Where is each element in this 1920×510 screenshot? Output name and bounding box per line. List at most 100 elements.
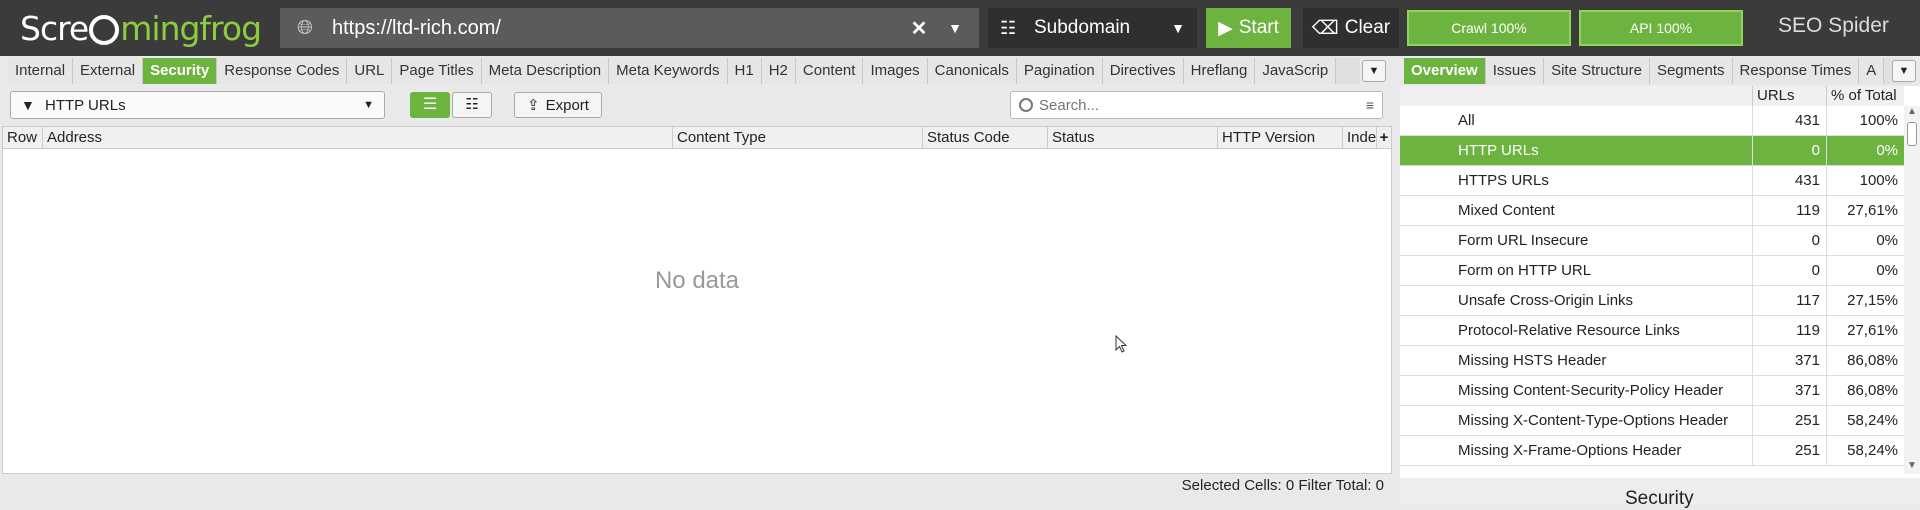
export-label: Export	[545, 96, 589, 114]
tab-directives[interactable]: Directives	[1102, 58, 1184, 84]
side-tab-response-times[interactable]: Response Times	[1732, 58, 1860, 84]
overview-list: All 431 100% HTTP URLs 0 0% HTTPS URLs 431 100% M…	[1400, 106, 1904, 466]
overview-row[interactable]: Missing X-Frame-Options Header 251 58,24%	[1400, 436, 1904, 466]
overview-row-pct: 100%	[1826, 106, 1904, 135]
overview-row-urls: 431	[1752, 166, 1826, 195]
crawl-mode-select[interactable]: ☷ Subdomain ▼	[988, 8, 1197, 48]
overview-row-pct: 27,61%	[1826, 196, 1904, 225]
tab-javascrip[interactable]: JavaScrip	[1255, 58, 1337, 84]
column-header-address[interactable]: Address	[43, 127, 673, 149]
overview-chart-area: Security	[1400, 478, 1920, 509]
mouse-cursor-icon	[1115, 335, 1127, 353]
overview-row-pct: 86,08%	[1826, 346, 1904, 375]
tab-page-titles[interactable]: Page Titles	[392, 58, 482, 84]
side-tab-overview[interactable]: Overview	[1404, 58, 1486, 84]
overview-header-pct: % of Total	[1826, 86, 1904, 106]
tab-content[interactable]: Content	[795, 58, 864, 84]
add-column-icon[interactable]: +	[1377, 127, 1391, 149]
scroll-down-icon[interactable]: ▼	[1904, 460, 1920, 474]
overview-row-pct: 0%	[1826, 256, 1904, 285]
export-button[interactable]: ⇪ Export	[514, 92, 602, 118]
side-tab-issues[interactable]: Issues	[1485, 58, 1545, 84]
more-tabs-dropdown-icon[interactable]: ▼	[1362, 60, 1386, 82]
overview-pane: URLs % of Total All 431 100% HTTP URLs 0 0% HT…	[1400, 86, 1920, 509]
column-header-row[interactable]: Row	[3, 127, 43, 149]
tab-security[interactable]: Security	[143, 58, 218, 84]
overview-row-urls: 0	[1752, 226, 1826, 255]
tab-response-codes[interactable]: Response Codes	[217, 58, 348, 84]
overview-row[interactable]: HTTP URLs 0 0%	[1400, 136, 1904, 166]
start-button[interactable]: ▶ Start	[1206, 8, 1291, 48]
tab-meta-keywords[interactable]: Meta Keywords	[609, 58, 728, 84]
side-tab-site-structure[interactable]: Site Structure	[1544, 58, 1650, 84]
overview-row[interactable]: Missing HSTS Header 371 86,08%	[1400, 346, 1904, 376]
overview-row-pct: 0%	[1826, 226, 1904, 255]
section-title: Security	[1625, 488, 1694, 509]
tab-url[interactable]: URL	[347, 58, 393, 84]
overview-row-pct: 0%	[1826, 136, 1904, 165]
overview-row-urls: 371	[1752, 346, 1826, 375]
tab-h1[interactable]: H1	[727, 58, 762, 84]
scroll-up-icon[interactable]: ▲	[1904, 106, 1920, 120]
overview-row[interactable]: HTTPS URLs 431 100%	[1400, 166, 1904, 196]
tab-external[interactable]: External	[73, 58, 144, 84]
filter-select[interactable]: ▼ HTTP URLs ▼	[10, 91, 385, 119]
overview-row-pct: 27,15%	[1826, 286, 1904, 315]
scrollbar-thumb[interactable]	[1907, 122, 1917, 146]
list-view-button[interactable]: ☰	[410, 92, 450, 118]
overview-row[interactable]: Missing X-Content-Type-Options Header 251…	[1400, 406, 1904, 436]
clear-label: Clear	[1344, 17, 1391, 38]
tab-canonicals[interactable]: Canonicals	[927, 58, 1017, 84]
overview-row[interactable]: Form URL Insecure 0 0%	[1400, 226, 1904, 256]
overview-row-name: HTTP URLs	[1458, 142, 1539, 159]
url-bar[interactable]: 🌐︎ https://ltd-rich.com/ ✕ ▼	[280, 8, 979, 48]
url-history-dropdown-icon[interactable]: ▼	[943, 20, 967, 36]
column-header-content-type[interactable]: Content Type	[673, 127, 923, 149]
tab-h2[interactable]: H2	[761, 58, 796, 84]
clear-button[interactable]: ⌫ Clear	[1303, 8, 1399, 48]
top-toolbar: Scre mingfrog 🌐︎ https://ltd-rich.com/ ✕ …	[0, 0, 1920, 56]
overview-row-name: Missing HSTS Header	[1458, 352, 1607, 369]
filter-selected: HTTP URLs	[45, 96, 126, 114]
search-input[interactable]	[1039, 96, 1366, 114]
tab-images[interactable]: Images	[863, 58, 928, 84]
overview-row[interactable]: Unsafe Cross-Origin Links 117 27,15%	[1400, 286, 1904, 316]
overview-row[interactable]: Form on HTTP URL 0 0%	[1400, 256, 1904, 286]
crawl-mode-label: Subdomain	[1034, 17, 1131, 38]
overview-row-urls: 119	[1752, 316, 1826, 345]
overview-row[interactable]: All 431 100%	[1400, 106, 1904, 136]
tab-meta-description[interactable]: Meta Description	[481, 58, 610, 84]
overview-row[interactable]: Missing Content-Security-Policy Header 37…	[1400, 376, 1904, 406]
search-box[interactable]: ≡	[1010, 91, 1383, 119]
url-input[interactable]: https://ltd-rich.com/	[332, 17, 907, 40]
overview-row-urls: 251	[1752, 436, 1826, 465]
globe-icon: 🌐︎	[297, 17, 313, 39]
column-header-http-version[interactable]: HTTP Version	[1218, 127, 1343, 149]
column-header-status[interactable]: Status	[1048, 127, 1218, 149]
tree-view-button[interactable]: ☷	[452, 92, 492, 118]
tab-internal[interactable]: Internal	[8, 58, 74, 84]
overview-row[interactable]: Mixed Content 119 27,61%	[1400, 196, 1904, 226]
start-label: Start	[1238, 17, 1279, 38]
column-header-index[interactable]: Index	[1343, 127, 1377, 149]
column-header-status-code[interactable]: Status Code	[923, 127, 1048, 149]
tab-pagination[interactable]: Pagination	[1016, 58, 1103, 84]
overview-row-urls: 117	[1752, 286, 1826, 315]
overview-row-name: Form URL Insecure	[1458, 232, 1589, 249]
clear-url-icon[interactable]: ✕	[907, 16, 931, 41]
overview-row-pct: 27,61%	[1826, 316, 1904, 345]
overview-row-pct: 58,24%	[1826, 406, 1904, 435]
search-options-icon[interactable]: ≡	[1366, 97, 1374, 113]
results-table: Row Address Content Type Status Code Status H…	[2, 126, 1392, 474]
frog-logo-icon	[89, 15, 120, 45]
logo-text-right: mingfrog	[120, 8, 262, 48]
side-tab-segments[interactable]: Segments	[1649, 58, 1733, 84]
more-side-tabs-dropdown-icon[interactable]: ▼	[1892, 60, 1916, 82]
side-tab-a[interactable]: A	[1859, 58, 1885, 84]
overview-row-name: Missing X-Frame-Options Header	[1458, 442, 1682, 459]
empty-state: No data	[654, 267, 740, 294]
overview-scrollbar[interactable]: ▲ ▼	[1904, 106, 1920, 474]
chevron-down-icon: ▼	[363, 99, 374, 111]
tab-hreflang[interactable]: Hreflang	[1183, 58, 1256, 84]
overview-row[interactable]: Protocol-Relative Resource Links 119 27,61…	[1400, 316, 1904, 346]
